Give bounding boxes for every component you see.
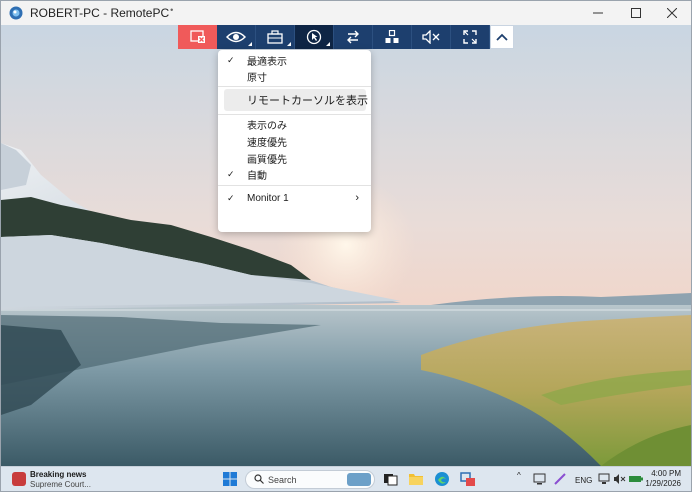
menu-divider — [218, 86, 371, 87]
menu-divider — [218, 114, 371, 115]
toolbox-icon — [267, 30, 283, 44]
volume-muted-icon[interactable] — [613, 472, 629, 488]
view-button[interactable] — [217, 25, 256, 49]
language-indicator[interactable]: ENG — [575, 476, 592, 485]
news-title: Breaking news — [30, 470, 87, 479]
menu-item-quality-priority[interactable]: 画質優先 — [218, 150, 371, 166]
menu-item-auto[interactable]: ✓ 自動 — [218, 166, 371, 182]
close-button[interactable] — [653, 1, 691, 25]
eye-icon — [226, 31, 246, 43]
battery-icon[interactable] — [628, 472, 644, 488]
edge-browser-icon[interactable] — [434, 471, 450, 487]
window-title: ROBERT-PC - RemotePC — [30, 6, 170, 20]
collapse-toolbar-button[interactable] — [490, 25, 514, 49]
fullscreen-icon — [463, 30, 477, 44]
remotepc-taskbar-icon[interactable] — [460, 471, 476, 487]
mouse-button[interactable] — [295, 25, 334, 49]
menu-item-best-fit[interactable]: ✓ 最適表示 — [218, 52, 371, 68]
minimize-button[interactable] — [579, 1, 617, 25]
view-dropdown-caret — [248, 42, 252, 46]
remote-taskbar: Breaking news Supreme Court... Search ^ … — [1, 466, 691, 491]
title-bar: ROBERT-PC - RemotePC • — [1, 1, 691, 25]
view-menu: ✓ 最適表示 原寸 リモートカーソルを表示 表示のみ 速度優先 画質優先 ✓ 自… — [218, 50, 371, 232]
remotepc-window: ROBERT-PC - RemotePC • ✓ 最適表示 原寸 リモートカーソ… — [0, 0, 692, 492]
title-indicator: • — [170, 5, 174, 15]
maximize-button[interactable] — [617, 1, 655, 25]
maximize-icon — [631, 8, 641, 18]
disconnect-icon — [189, 30, 205, 43]
menu-item-monitor-1[interactable]: ✓ Monitor 1 › — [218, 190, 371, 206]
pen-icon[interactable] — [553, 472, 569, 488]
remotepc-logo-icon — [9, 6, 23, 20]
menu-divider — [218, 185, 371, 186]
sound-button[interactable] — [412, 25, 451, 49]
menu-item-view-only[interactable]: 表示のみ — [218, 116, 371, 132]
fullscreen-button[interactable] — [451, 25, 490, 49]
checkmark-icon: ✓ — [227, 168, 235, 179]
mouse-icon — [306, 29, 322, 45]
clock-time: 4:00 PM — [651, 469, 681, 478]
apps-button[interactable] — [373, 25, 412, 49]
news-icon — [12, 472, 26, 486]
news-widget[interactable]: Breaking news Supreme Court... — [9, 469, 109, 491]
network-icon[interactable] — [598, 472, 614, 488]
arrows-icon — [347, 30, 359, 44]
tray-app-icon[interactable] — [533, 472, 549, 488]
search-label: Search — [268, 475, 297, 485]
remote-toolbar — [178, 25, 514, 49]
file-explorer-icon[interactable] — [408, 471, 424, 487]
tools-dropdown-caret — [287, 42, 291, 46]
clock-date: 1/29/2026 — [645, 479, 681, 488]
news-subtitle: Supreme Court... — [30, 480, 91, 489]
mouse-dropdown-caret — [326, 42, 330, 46]
task-view-icon[interactable] — [382, 471, 398, 487]
tools-button[interactable] — [256, 25, 295, 49]
menu-item-speed-priority[interactable]: 速度優先 — [218, 133, 371, 149]
menu-item-actual-size[interactable]: 原寸 — [218, 68, 371, 84]
checkmark-icon: ✓ — [227, 192, 235, 203]
disconnect-button[interactable] — [178, 25, 217, 49]
minimize-icon — [593, 12, 603, 14]
windows-start-icon[interactable] — [223, 472, 237, 486]
close-icon — [667, 8, 677, 18]
search-icon — [254, 474, 264, 484]
chevron-up-icon — [496, 33, 508, 41]
transfer-button[interactable] — [334, 25, 373, 49]
chevron-right-icon: › — [355, 192, 359, 204]
grid-icon — [385, 30, 399, 43]
taskbar-search[interactable]: Search — [245, 470, 375, 489]
search-highlight-image — [347, 473, 371, 486]
tray-overflow-chevron[interactable]: ^ — [517, 471, 521, 480]
checkmark-icon: ✓ — [227, 54, 235, 65]
remote-desktop[interactable]: ✓ 最適表示 原寸 リモートカーソルを表示 表示のみ 速度優先 画質優先 ✓ 自… — [1, 25, 691, 466]
mute-icon — [422, 30, 440, 44]
system-clock[interactable]: 4:00 PM 1/29/2026 — [645, 469, 681, 489]
menu-item-show-remote-cursor[interactable]: リモートカーソルを表示 — [224, 89, 368, 111]
